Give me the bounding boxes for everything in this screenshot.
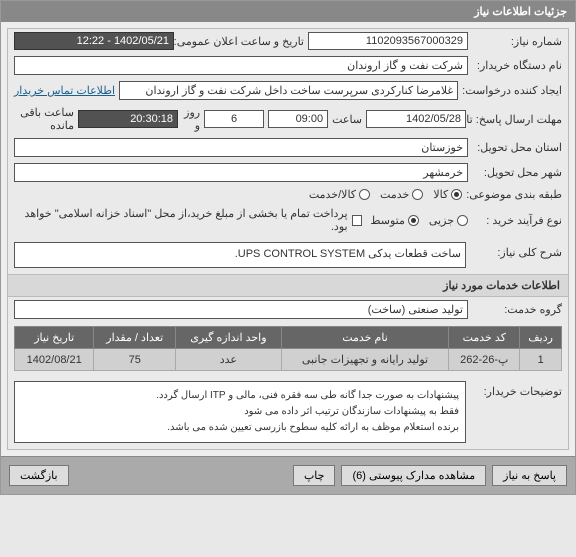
- service-group-field: تولید صنعتی (ساخت): [14, 300, 468, 319]
- creator-field: غلامرضا کنارکردی سرپرست ساخت داخل شرکت ن…: [119, 81, 458, 100]
- roz-label: روز و: [182, 106, 200, 132]
- saat-label: ساعت: [332, 113, 362, 126]
- announce-field: 1402/05/21 - 12:22: [14, 32, 174, 50]
- province-field: خوزستان: [14, 138, 468, 157]
- remain-time-field: 20:30:18: [78, 110, 178, 128]
- general-desc-field: ساخت قطعات یدکی UPS CONTROL SYSTEM.: [14, 242, 466, 268]
- time-field: 09:00: [268, 110, 328, 128]
- services-table: ردیف کد خدمت نام خدمت واحد اندازه گیری ت…: [14, 326, 562, 371]
- radio-small-label: جزیی: [429, 214, 454, 227]
- deadline-date-field: 1402/05/28: [366, 110, 466, 128]
- deadline-label: مهلت ارسال پاسخ: تا تاریخ:: [470, 113, 562, 126]
- radio-medium-label: متوسط: [370, 214, 405, 227]
- th-qty: تعداد / مقدار: [94, 327, 176, 349]
- category-label: طبقه بندی موضوعی:: [466, 188, 562, 201]
- need-no-field: 1102093567000329: [308, 32, 468, 50]
- buyer-notes-label: توضیحات خریدار:: [472, 381, 562, 398]
- th-date: تاریخ نیاز: [15, 327, 94, 349]
- radio-kala-label: کالا: [433, 188, 448, 201]
- cell-name: تولید رایانه و تجهیزات جانبی: [281, 349, 449, 371]
- day-count-field: 6: [204, 110, 264, 128]
- back-button[interactable]: بازگشت: [9, 465, 69, 486]
- services-section-title: اطلاعات خدمات مورد نیاز: [8, 274, 568, 297]
- th-code: کد خدمت: [449, 327, 520, 349]
- cell-code: پ-26-262: [449, 349, 520, 371]
- reply-button[interactable]: پاسخ به نیاز: [492, 465, 567, 486]
- radio-small[interactable]: [457, 215, 468, 226]
- radio-kala[interactable]: [451, 189, 462, 200]
- main-panel: شماره نیاز: 1102093567000329 تاریخ و ساع…: [7, 28, 569, 450]
- city-field: خرمشهر: [14, 163, 468, 182]
- process-radio-group: جزیی متوسط: [370, 214, 468, 227]
- radio-khadamat[interactable]: [412, 189, 423, 200]
- general-desc-label: شرح کلی نیاز:: [472, 242, 562, 259]
- city-label: شهر محل تحویل:: [472, 166, 562, 179]
- attachments-button[interactable]: مشاهده مدارک پیوستی (6): [341, 465, 486, 486]
- process-label: نوع فرآیند خرید :: [472, 214, 562, 227]
- window: جزئیات اطلاعات نیاز شماره نیاز: 11020935…: [0, 0, 576, 495]
- titlebar: جزئیات اطلاعات نیاز: [1, 1, 575, 22]
- radio-khadamat-label: خدمت: [380, 188, 409, 201]
- table-row: 1 پ-26-262 تولید رایانه و تجهیزات جانبی …: [15, 349, 562, 371]
- category-radio-group: کالا خدمت کالا/خدمت: [309, 188, 462, 201]
- creator-label: ایجاد کننده درخواست:: [462, 84, 562, 97]
- cell-idx: 1: [520, 349, 562, 371]
- radio-both[interactable]: [359, 189, 370, 200]
- province-label: استان محل تحویل:: [472, 141, 562, 154]
- buyer-field: شرکت نفت و گاز اروندان: [14, 56, 468, 75]
- contact-link[interactable]: اطلاعات تماس خریدار: [14, 84, 115, 97]
- th-idx: ردیف: [520, 327, 562, 349]
- remain-label: ساعت باقی مانده: [14, 106, 74, 132]
- cell-unit: عدد: [176, 349, 282, 371]
- cell-date: 1402/08/21: [15, 349, 94, 371]
- th-unit: واحد اندازه گیری: [176, 327, 282, 349]
- footer: پاسخ به نیاز مشاهده مدارک پیوستی (6) چاپ…: [1, 456, 575, 494]
- radio-medium[interactable]: [408, 215, 419, 226]
- print-button[interactable]: چاپ: [293, 465, 336, 486]
- need-no-label: شماره نیاز:: [472, 35, 562, 48]
- buyer-label: نام دستگاه خریدار:: [472, 59, 562, 72]
- radio-both-label: کالا/خدمت: [309, 188, 356, 201]
- pay-note: پرداخت تمام یا بخشی از مبلغ خرید،از محل …: [14, 207, 348, 233]
- announce-label: تاریخ و ساعت اعلان عمومی:: [178, 35, 304, 48]
- pay-checkbox[interactable]: [352, 215, 363, 226]
- cell-qty: 75: [94, 349, 176, 371]
- service-group-label: گروه خدمت:: [472, 303, 562, 316]
- th-name: نام خدمت: [281, 327, 449, 349]
- buyer-notes-field: پیشنهادات به صورت جدا گانه طی سه فقره فن…: [14, 381, 466, 443]
